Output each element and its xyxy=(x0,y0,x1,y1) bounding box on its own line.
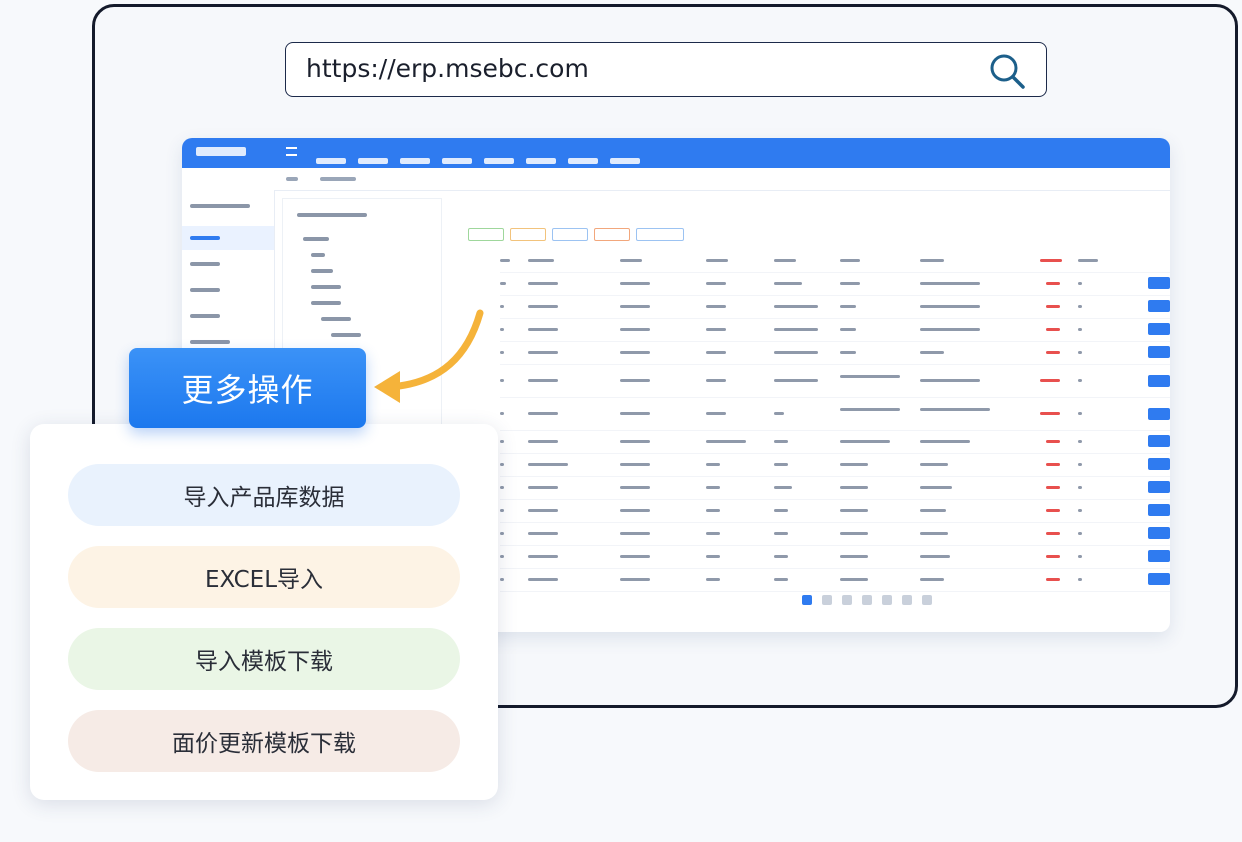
erp-table xyxy=(500,250,1170,592)
menu-item-label: 导入模板下载 xyxy=(195,649,333,675)
erp-toolbar xyxy=(468,226,690,245)
erp-nav xyxy=(316,149,652,164)
import-template-download-button[interactable]: 导入模板下载 xyxy=(68,628,460,690)
erp-logo xyxy=(196,147,246,156)
price-update-template-download-button[interactable]: 面价更新模板下载 xyxy=(68,710,460,772)
menu-item-label: 导入产品库数据 xyxy=(183,485,345,511)
erp-top-bar xyxy=(182,138,1170,168)
menu-icon xyxy=(286,147,297,156)
more-actions-dropdown: 导入产品库数据 EXCEL导入 导入模板下载 面价更新模板下载 xyxy=(30,424,498,800)
menu-item-label: EXCEL导入 xyxy=(204,567,324,593)
address-bar[interactable]: https://erp.msebc.com xyxy=(285,42,1047,97)
excel-import-button[interactable]: EXCEL导入 xyxy=(68,546,460,608)
menu-item-label: 面价更新模板下载 xyxy=(172,731,356,757)
url-text: https://erp.msebc.com xyxy=(306,54,589,83)
erp-pagination xyxy=(802,590,942,605)
erp-tabs xyxy=(182,168,1170,191)
import-product-library-button[interactable]: 导入产品库数据 xyxy=(68,464,460,526)
search-icon[interactable] xyxy=(988,52,1026,90)
more-actions-label: 更多操作 xyxy=(181,371,314,409)
more-actions-button[interactable]: 更多操作 xyxy=(129,348,366,428)
pointer-arrow-icon xyxy=(374,309,484,403)
